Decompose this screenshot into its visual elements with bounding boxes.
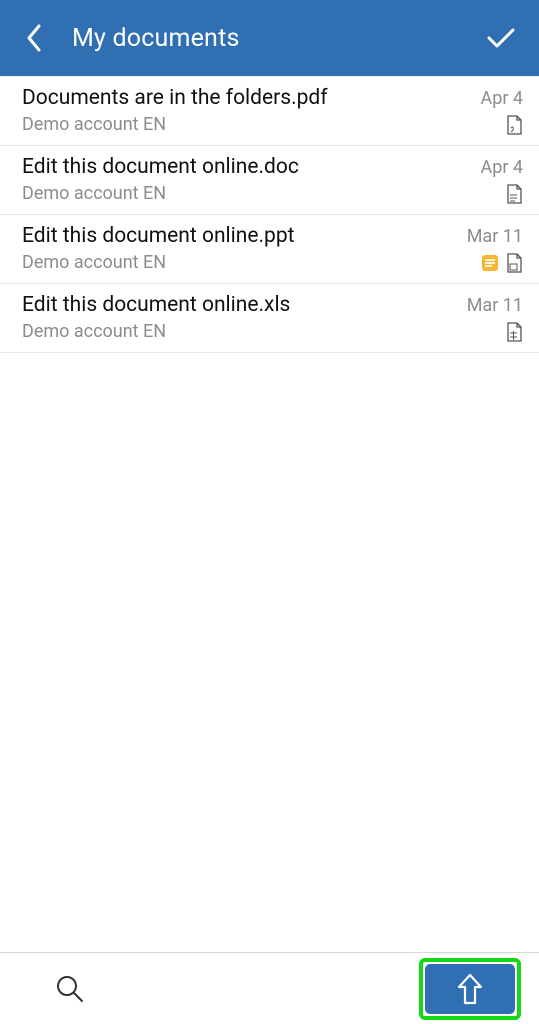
document-row[interactable]: Documents are in the folders.pdf Apr 4 D…	[0, 77, 539, 146]
xls-file-icon	[505, 322, 523, 342]
upload-arrow-icon	[455, 972, 485, 1006]
chevron-left-icon	[25, 23, 43, 53]
search-button[interactable]	[46, 965, 94, 1013]
upload-button[interactable]	[425, 964, 515, 1014]
check-icon	[486, 26, 516, 50]
document-title: Documents are in the folders.pdf	[22, 86, 468, 110]
document-date: Apr 4	[480, 157, 523, 178]
document-row[interactable]: Edit this document online.xls Mar 11 Dem…	[0, 284, 539, 353]
document-title: Edit this document online.doc	[22, 155, 468, 179]
bottom-bar	[0, 952, 539, 1024]
pdf-file-icon	[505, 115, 523, 135]
document-subtitle: Demo account EN	[22, 321, 505, 342]
document-subtitle: Demo account EN	[22, 252, 481, 273]
document-subtitle: Demo account EN	[22, 183, 505, 204]
header-bar: My documents	[0, 0, 539, 76]
upload-highlight	[419, 958, 521, 1020]
doc-file-icon	[505, 184, 523, 204]
document-list[interactable]: Documents are in the folders.pdf Apr 4 D…	[0, 76, 539, 952]
document-row[interactable]: Edit this document online.doc Apr 4 Demo…	[0, 146, 539, 215]
back-button[interactable]	[14, 18, 54, 58]
document-row[interactable]: Edit this document online.ppt Mar 11 Dem…	[0, 215, 539, 284]
note-tag-icon	[481, 253, 499, 273]
document-title: Edit this document online.ppt	[22, 224, 455, 248]
document-subtitle: Demo account EN	[22, 114, 505, 135]
document-date: Mar 11	[467, 226, 523, 247]
page-title: My documents	[72, 24, 481, 53]
app-screen: My documents Documents are in the folder…	[0, 0, 539, 1024]
search-icon	[55, 974, 85, 1004]
document-date: Mar 11	[467, 295, 523, 316]
confirm-button[interactable]	[481, 18, 521, 58]
ppt-file-icon	[505, 253, 523, 273]
document-title: Edit this document online.xls	[22, 293, 455, 317]
document-date: Apr 4	[480, 88, 523, 109]
